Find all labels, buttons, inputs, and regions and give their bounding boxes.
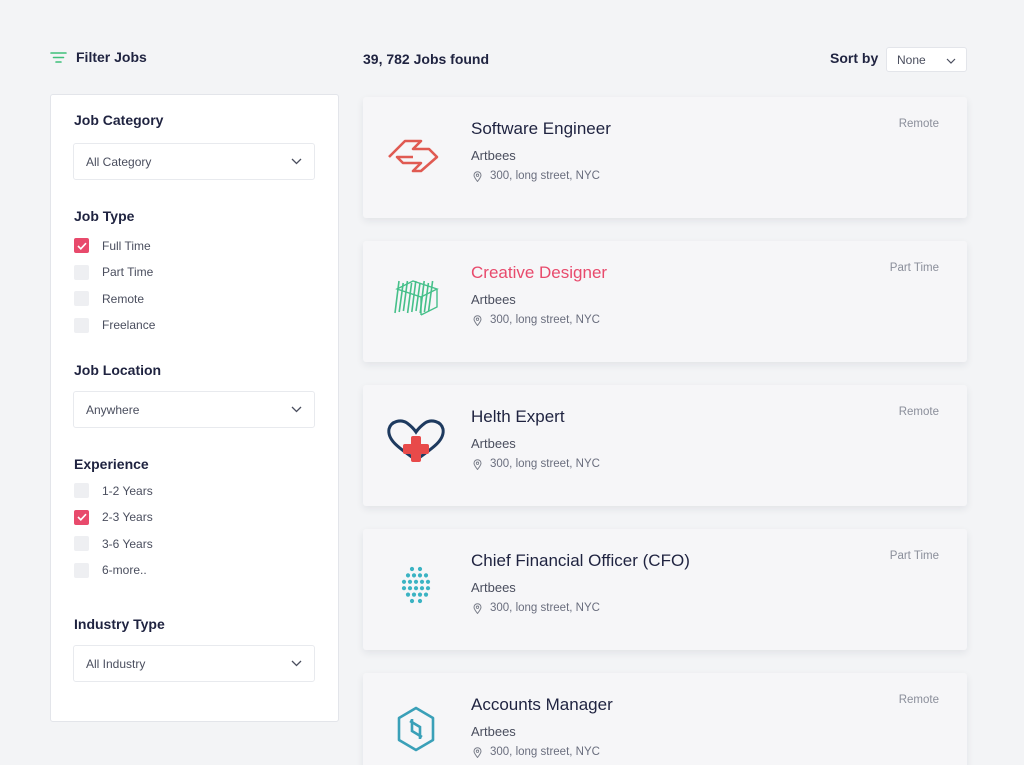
job-card[interactable]: Chief Financial Officer (CFO) Artbees 300,… <box>363 529 967 650</box>
job-category-title: Job Category <box>74 112 164 128</box>
job-type-badge: Remote <box>898 118 939 130</box>
job-location-text: 300, long street, NYC <box>490 602 600 614</box>
job-title[interactable]: Creative Designer <box>471 263 607 283</box>
job-type-option-label: Full Time <box>102 238 151 253</box>
chevron-down-icon <box>291 158 302 165</box>
heart-cross-logo <box>383 413 449 469</box>
job-location: 300, long street, NYC <box>473 170 600 182</box>
experience-option[interactable]: 6-more.. <box>74 562 147 578</box>
job-company: Artbees <box>471 580 516 595</box>
job-card[interactable]: Software Engineer Artbees 300, long street… <box>363 97 967 218</box>
job-location: 300, long street, NYC <box>473 314 600 326</box>
experience-option-label: 3-6 Years <box>102 536 153 551</box>
job-type-title: Job Type <box>74 208 135 224</box>
checkbox-checked[interactable] <box>74 509 89 525</box>
chevron-down-icon <box>291 406 302 413</box>
job-type-option-label: Part Time <box>102 265 154 279</box>
industry-type-select[interactable]: All Industry <box>73 645 315 682</box>
checkbox-checked[interactable] <box>74 238 89 253</box>
job-category-select[interactable]: All Category <box>73 143 315 180</box>
job-location-value: Anywhere <box>86 402 140 417</box>
checkbox[interactable] <box>74 536 89 551</box>
location-pin-icon <box>473 602 482 614</box>
checkbox[interactable] <box>74 562 89 578</box>
filter-title: Filter Jobs <box>76 49 147 65</box>
job-title[interactable]: Software Engineer <box>471 119 611 139</box>
sort-select[interactable]: None <box>886 47 967 72</box>
job-type-badge: Part Time <box>889 550 939 562</box>
experience-option-label: 1-2 Years <box>102 483 153 498</box>
results-count: 39, 782 Jobs found <box>363 51 490 67</box>
job-location-text: 300, long street, NYC <box>490 746 600 758</box>
job-title[interactable]: Helth Expert <box>471 407 565 427</box>
filter-icon <box>50 51 67 64</box>
job-location-select[interactable]: Anywhere <box>73 391 315 428</box>
location-pin-icon <box>473 170 482 182</box>
dots-hexagon-logo <box>383 557 449 613</box>
job-type-option-label: Freelance <box>102 318 156 332</box>
experience-option[interactable]: 3-6 Years <box>74 536 153 551</box>
job-title[interactable]: Chief Financial Officer (CFO) <box>471 551 690 571</box>
job-type-badge: Part Time <box>889 262 939 274</box>
job-company: Artbees <box>471 436 516 451</box>
experience-option[interactable]: 1-2 Years <box>74 483 153 498</box>
experience-title: Experience <box>74 456 149 472</box>
job-category-value: All Category <box>86 154 152 169</box>
job-location: 300, long street, NYC <box>473 602 600 614</box>
chevron-down-icon <box>291 660 302 667</box>
job-company: Artbees <box>471 148 516 163</box>
job-type-option[interactable]: Part Time <box>74 264 154 280</box>
industry-type-value: All Industry <box>86 656 146 671</box>
sort-value: None <box>897 52 926 67</box>
hatched-cube-logo <box>383 269 449 325</box>
checkbox[interactable] <box>74 483 89 498</box>
experience-option-label: 2-3 Years <box>102 510 153 524</box>
checkbox[interactable] <box>74 317 89 333</box>
job-type-badge: Remote <box>898 694 939 706</box>
location-pin-icon <box>473 314 482 326</box>
job-location-title: Job Location <box>74 362 162 378</box>
location-pin-icon <box>473 746 482 758</box>
job-type-option[interactable]: Remote <box>74 291 144 306</box>
industry-type-title: Industry Type <box>74 616 165 632</box>
chevron-logo <box>383 125 449 181</box>
job-location: 300, long street, NYC <box>473 746 600 758</box>
filter-header[interactable]: Filter Jobs <box>50 49 147 65</box>
chevron-down-icon <box>946 53 956 67</box>
job-type-option[interactable]: Full Time <box>74 238 151 253</box>
job-company: Artbees <box>471 292 516 307</box>
checkbox[interactable] <box>74 264 89 280</box>
job-company: Artbees <box>471 724 516 739</box>
job-type-option[interactable]: Freelance <box>74 317 156 333</box>
experience-option[interactable]: 2-3 Years <box>74 509 153 525</box>
job-location-text: 300, long street, NYC <box>490 314 600 326</box>
job-location-text: 300, long street, NYC <box>490 458 600 470</box>
job-type-badge: Remote <box>898 406 939 418</box>
job-card[interactable]: Creative Designer Artbees 300, long street… <box>363 241 967 362</box>
hexagon-link-logo <box>383 701 449 757</box>
filter-sidebar: Job Category All Category Job Type Full … <box>50 94 339 722</box>
experience-option-label: 6-more.. <box>102 563 147 577</box>
job-card[interactable]: Accounts Manager Artbees 300, long street,… <box>363 673 967 765</box>
job-location: 300, long street, NYC <box>473 458 600 470</box>
job-location-text: 300, long street, NYC <box>490 170 600 182</box>
job-card[interactable]: Helth Expert Artbees 300, long street, NYC… <box>363 385 967 506</box>
location-pin-icon <box>473 458 482 470</box>
job-type-option-label: Remote <box>102 291 145 306</box>
job-title[interactable]: Accounts Manager <box>471 695 613 715</box>
sort-label: Sort by <box>830 50 879 66</box>
checkbox[interactable] <box>74 291 89 306</box>
